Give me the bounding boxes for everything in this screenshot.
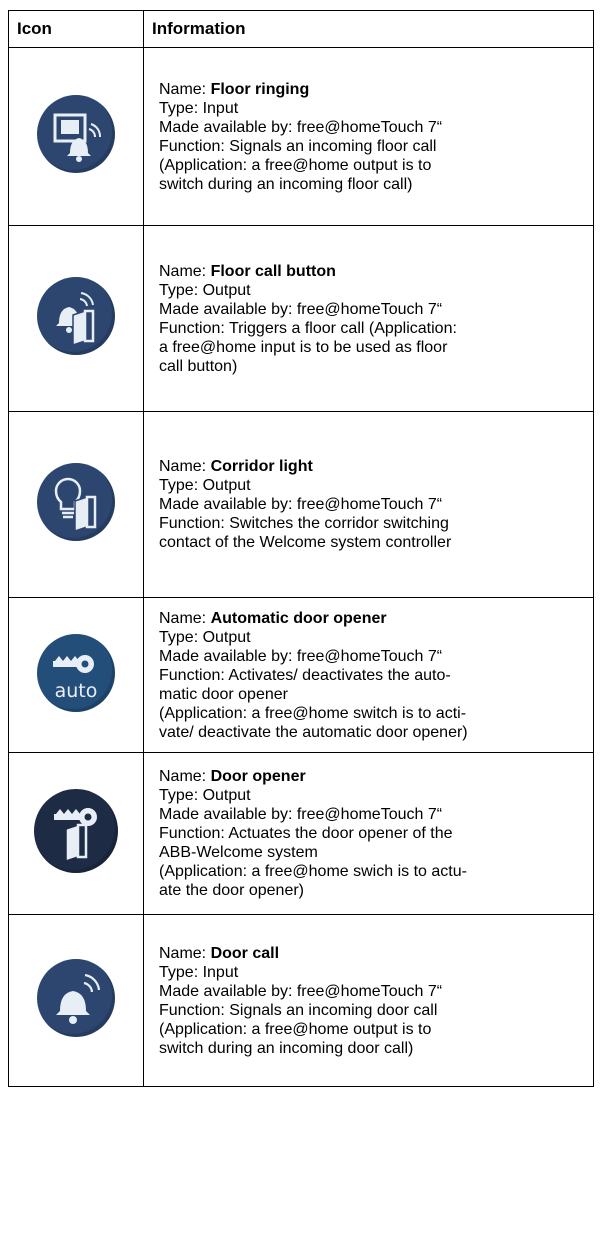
function-type: Type: Output bbox=[159, 477, 251, 494]
auto-label: auto bbox=[54, 679, 98, 702]
header-icon: Icon bbox=[8, 10, 144, 48]
icon-cell bbox=[8, 752, 144, 915]
automatic-door-opener-icon: auto bbox=[37, 633, 115, 712]
function-type: Type: Output bbox=[159, 787, 251, 804]
floor-ringing-icon bbox=[37, 95, 115, 173]
info-cell: Name: Automatic door opener Type: Output… bbox=[143, 597, 594, 753]
made-available-by: Made available by: free@homeTouch 7“ bbox=[159, 118, 443, 136]
function-name: Floor ringing bbox=[210, 80, 310, 98]
info-cell: Name: Floor call button Type: Output Mad… bbox=[143, 225, 594, 412]
made-available-by: Made available by: free@homeTouch 7“ bbox=[159, 300, 443, 318]
table-row: Name: Door opener Type: Output Made avai… bbox=[8, 752, 594, 915]
door-opener-icon bbox=[34, 789, 118, 873]
made-available-by: Made available by: free@homeTouch 7“ bbox=[159, 806, 443, 823]
info-cell: Name: Door call Type: Input Made availab… bbox=[143, 914, 594, 1087]
function-name: Corridor light bbox=[210, 458, 313, 475]
function-type: Type: Input bbox=[159, 963, 239, 981]
function-name: Automatic door opener bbox=[210, 609, 387, 627]
function-name: Door opener bbox=[210, 768, 306, 785]
icon-cell bbox=[8, 225, 144, 412]
icon-cell bbox=[8, 47, 144, 226]
function-type: Type: Output bbox=[159, 281, 251, 299]
icon-cell bbox=[8, 411, 144, 598]
corridor-light-icon bbox=[37, 463, 115, 541]
table-header-row: Icon Information bbox=[8, 10, 594, 48]
table-row: Name: Corridor light Type: Output Made a… bbox=[8, 411, 594, 598]
function-type: Type: Input bbox=[159, 99, 239, 117]
floor-call-button-icon bbox=[37, 277, 115, 355]
function-name: Door call bbox=[210, 944, 280, 962]
table-row: Name: Floor ringing Type: Input Made ava… bbox=[8, 47, 594, 226]
icon-cell: auto bbox=[8, 597, 144, 753]
table-row: auto Name: Automatic door opener Type: O… bbox=[8, 597, 594, 753]
door-call-icon bbox=[37, 959, 115, 1037]
function-table: Icon Information Name: Floor ringing Typ… bbox=[8, 10, 594, 1087]
function-type: Type: Output bbox=[159, 628, 251, 646]
info-cell: Name: Floor ringing Type: Input Made ava… bbox=[143, 47, 594, 226]
table-row: Name: Door call Type: Input Made availab… bbox=[8, 914, 594, 1087]
made-available-by: Made available by: free@homeTouch 7“ bbox=[159, 496, 443, 513]
table-row: Name: Floor call button Type: Output Mad… bbox=[8, 225, 594, 412]
info-cell: Name: Door opener Type: Output Made avai… bbox=[143, 752, 594, 915]
header-information: Information bbox=[143, 10, 594, 48]
icon-cell bbox=[8, 914, 144, 1087]
made-available-by: Made available by: free@homeTouch 7“ bbox=[159, 982, 443, 1000]
made-available-by: Made available by: free@homeTouch 7“ bbox=[159, 647, 443, 665]
info-cell: Name: Corridor light Type: Output Made a… bbox=[143, 411, 594, 598]
function-name: Floor call button bbox=[210, 262, 336, 280]
